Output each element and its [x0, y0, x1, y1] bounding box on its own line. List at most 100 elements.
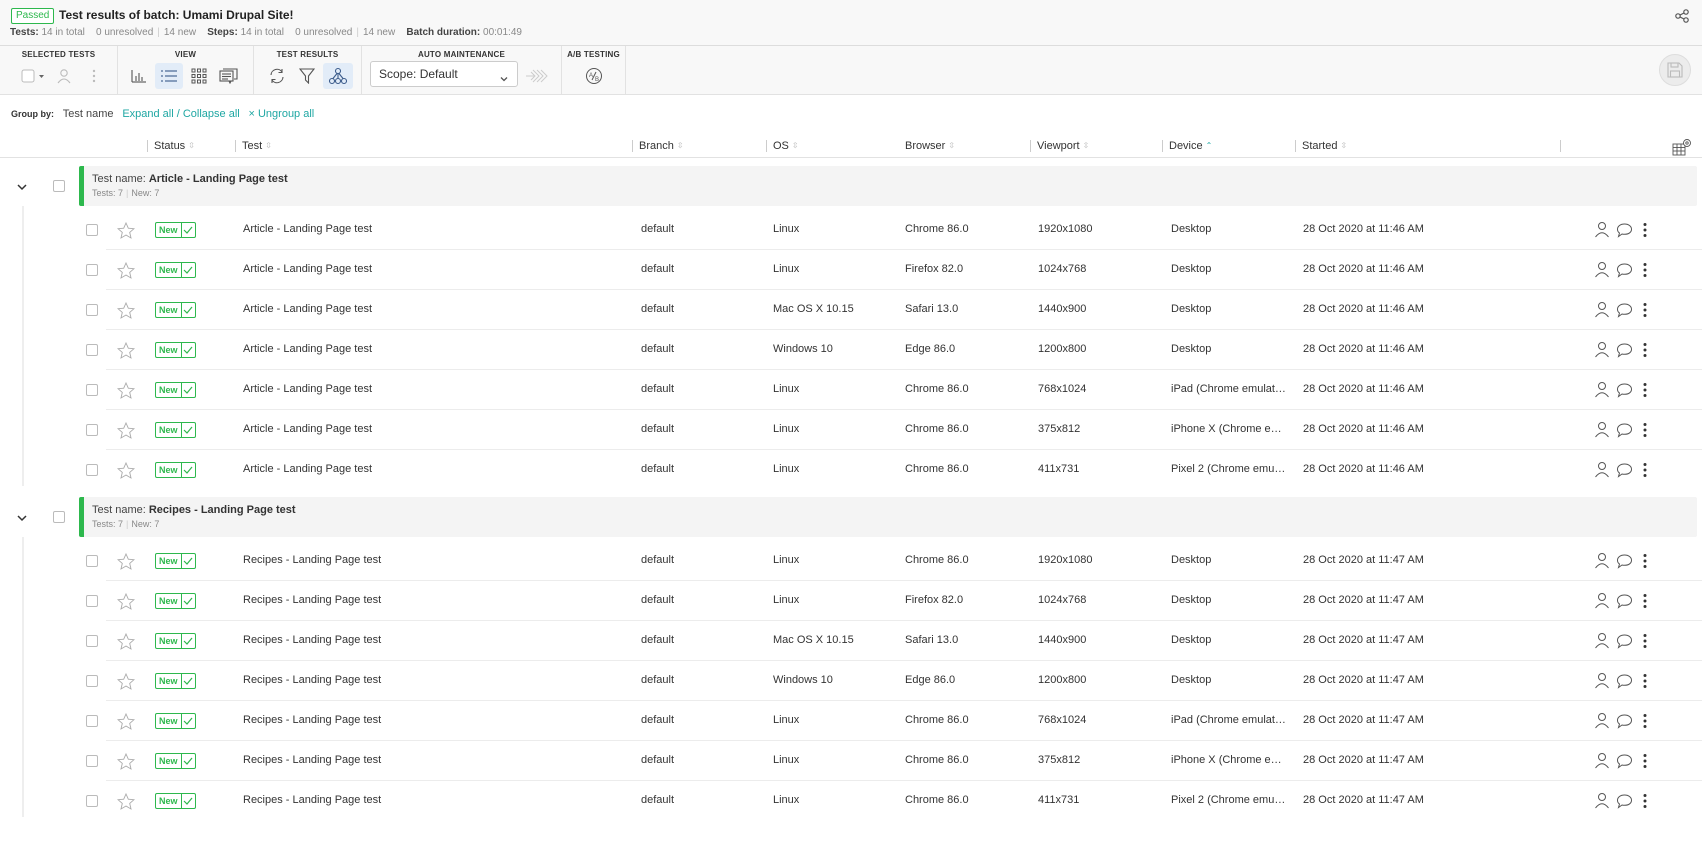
star-icon[interactable]: [116, 301, 136, 322]
ab-testing-icon[interactable]: AB: [580, 63, 608, 89]
table-row[interactable]: New Recipes - Landing Page test default Lin…: [86, 741, 1702, 781]
assign-user-icon[interactable]: [1594, 792, 1610, 812]
more-options-icon[interactable]: [1643, 462, 1647, 481]
star-icon[interactable]: [116, 592, 136, 613]
table-row[interactable]: New Recipes - Landing Page test default Win…: [86, 661, 1702, 701]
comment-icon[interactable]: [1616, 793, 1633, 812]
star-icon[interactable]: [116, 261, 136, 282]
comment-icon[interactable]: [1616, 342, 1633, 361]
more-options-icon[interactable]: [1643, 633, 1647, 652]
more-options-icon[interactable]: [1643, 593, 1647, 612]
row-checkbox[interactable]: [86, 595, 98, 607]
group-by-icon[interactable]: [323, 63, 353, 89]
row-checkbox[interactable]: [86, 795, 98, 807]
cell-test[interactable]: Recipes - Landing Page test: [243, 633, 381, 647]
more-options-icon[interactable]: [1643, 222, 1647, 241]
assign-user-icon[interactable]: [1594, 261, 1610, 281]
column-header-branch[interactable]: Branch ⇳: [632, 140, 684, 153]
star-icon[interactable]: [116, 461, 136, 482]
comment-icon[interactable]: [1616, 222, 1633, 241]
star-icon[interactable]: [116, 221, 136, 242]
table-row[interactable]: New Article - Landing Page test default Lin…: [86, 250, 1702, 290]
table-row[interactable]: New Article - Landing Page test default Lin…: [86, 450, 1702, 490]
more-options-icon[interactable]: [1643, 262, 1647, 281]
share-icon[interactable]: [1674, 8, 1690, 24]
expand-collapse-all-link[interactable]: Expand all / Collapse all: [122, 108, 239, 120]
assign-user-icon[interactable]: [1594, 341, 1610, 361]
comment-icon[interactable]: [1616, 302, 1633, 321]
column-header-device[interactable]: Device ⌃: [1162, 140, 1212, 153]
star-icon[interactable]: [116, 632, 136, 653]
table-row[interactable]: New Recipes - Landing Page test default Lin…: [86, 541, 1702, 581]
more-options-icon[interactable]: [1643, 382, 1647, 401]
more-options-icon[interactable]: [1643, 793, 1647, 812]
comment-icon[interactable]: [1616, 382, 1633, 401]
cell-test[interactable]: Recipes - Landing Page test: [243, 673, 381, 687]
chevron-down-icon[interactable]: [16, 181, 28, 191]
more-options-icon[interactable]: [80, 63, 108, 89]
comment-icon[interactable]: [1616, 673, 1633, 692]
assign-user-icon[interactable]: [1594, 592, 1610, 612]
star-icon[interactable]: [116, 341, 136, 362]
comment-icon[interactable]: [1616, 462, 1633, 481]
row-checkbox[interactable]: [86, 464, 98, 476]
assign-user-icon[interactable]: [1594, 752, 1610, 772]
assign-user-icon[interactable]: [1594, 381, 1610, 401]
comment-icon[interactable]: [1616, 593, 1633, 612]
row-checkbox[interactable]: [86, 344, 98, 356]
star-icon[interactable]: [116, 552, 136, 573]
column-header-os[interactable]: OS ⇳: [766, 140, 799, 153]
table-row[interactable]: New Recipes - Landing Page test default Lin…: [86, 581, 1702, 621]
cell-test[interactable]: Recipes - Landing Page test: [243, 753, 381, 767]
filter-icon[interactable]: [293, 63, 321, 89]
star-icon[interactable]: [116, 381, 136, 402]
assign-user-icon[interactable]: [1594, 632, 1610, 652]
more-options-icon[interactable]: [1643, 753, 1647, 772]
column-header-started[interactable]: Started ⇳: [1295, 140, 1347, 153]
assign-user-icon[interactable]: [1594, 712, 1610, 732]
star-icon[interactable]: [116, 792, 136, 813]
assign-user-icon[interactable]: [1594, 421, 1610, 441]
table-row[interactable]: New Recipes - Landing Page test default Mac…: [86, 621, 1702, 661]
row-checkbox[interactable]: [86, 715, 98, 727]
more-options-icon[interactable]: [1643, 342, 1647, 361]
more-options-icon[interactable]: [1643, 422, 1647, 441]
row-checkbox[interactable]: [86, 555, 98, 567]
assign-user-icon[interactable]: [1594, 221, 1610, 241]
save-button[interactable]: [1659, 54, 1691, 86]
comments-view-icon[interactable]: [215, 63, 243, 89]
cell-test[interactable]: Article - Landing Page test: [243, 422, 372, 436]
row-checkbox[interactable]: [86, 635, 98, 647]
column-header-viewport[interactable]: Viewport ⇳: [1030, 140, 1089, 153]
table-row[interactable]: New Article - Landing Page test default Win…: [86, 330, 1702, 370]
bar-chart-view-icon[interactable]: [125, 63, 153, 89]
star-icon[interactable]: [116, 712, 136, 733]
comment-icon[interactable]: [1616, 713, 1633, 732]
group-checkbox[interactable]: [53, 511, 65, 523]
column-header-status[interactable]: Status ⇳: [147, 140, 195, 153]
assign-user-icon[interactable]: [1594, 301, 1610, 321]
column-settings-icon[interactable]: [1672, 138, 1692, 156]
more-options-icon[interactable]: [1643, 553, 1647, 572]
cell-test[interactable]: Recipes - Landing Page test: [243, 793, 381, 807]
cell-test[interactable]: Recipes - Landing Page test: [243, 713, 381, 727]
row-checkbox[interactable]: [86, 755, 98, 767]
table-row[interactable]: New Article - Landing Page test default Lin…: [86, 210, 1702, 250]
apply-maintenance-icon[interactable]: [522, 63, 550, 89]
row-checkbox[interactable]: [86, 384, 98, 396]
grid-view-icon[interactable]: [185, 63, 213, 89]
cell-test[interactable]: Article - Landing Page test: [243, 262, 372, 276]
row-checkbox[interactable]: [86, 675, 98, 687]
table-row[interactable]: New Article - Landing Page test default Mac…: [86, 290, 1702, 330]
ungroup-all-link[interactable]: × Ungroup all: [249, 108, 315, 120]
cell-test[interactable]: Recipes - Landing Page test: [243, 553, 381, 567]
column-header-browser[interactable]: Browser ⇳: [899, 140, 955, 152]
cell-test[interactable]: Article - Landing Page test: [243, 382, 372, 396]
comment-icon[interactable]: [1616, 753, 1633, 772]
row-checkbox[interactable]: [86, 304, 98, 316]
more-options-icon[interactable]: [1643, 713, 1647, 732]
table-row[interactable]: New Article - Landing Page test default Lin…: [86, 370, 1702, 410]
cell-test[interactable]: Article - Landing Page test: [243, 302, 372, 316]
more-options-icon[interactable]: [1643, 302, 1647, 321]
list-view-icon[interactable]: [155, 63, 183, 89]
